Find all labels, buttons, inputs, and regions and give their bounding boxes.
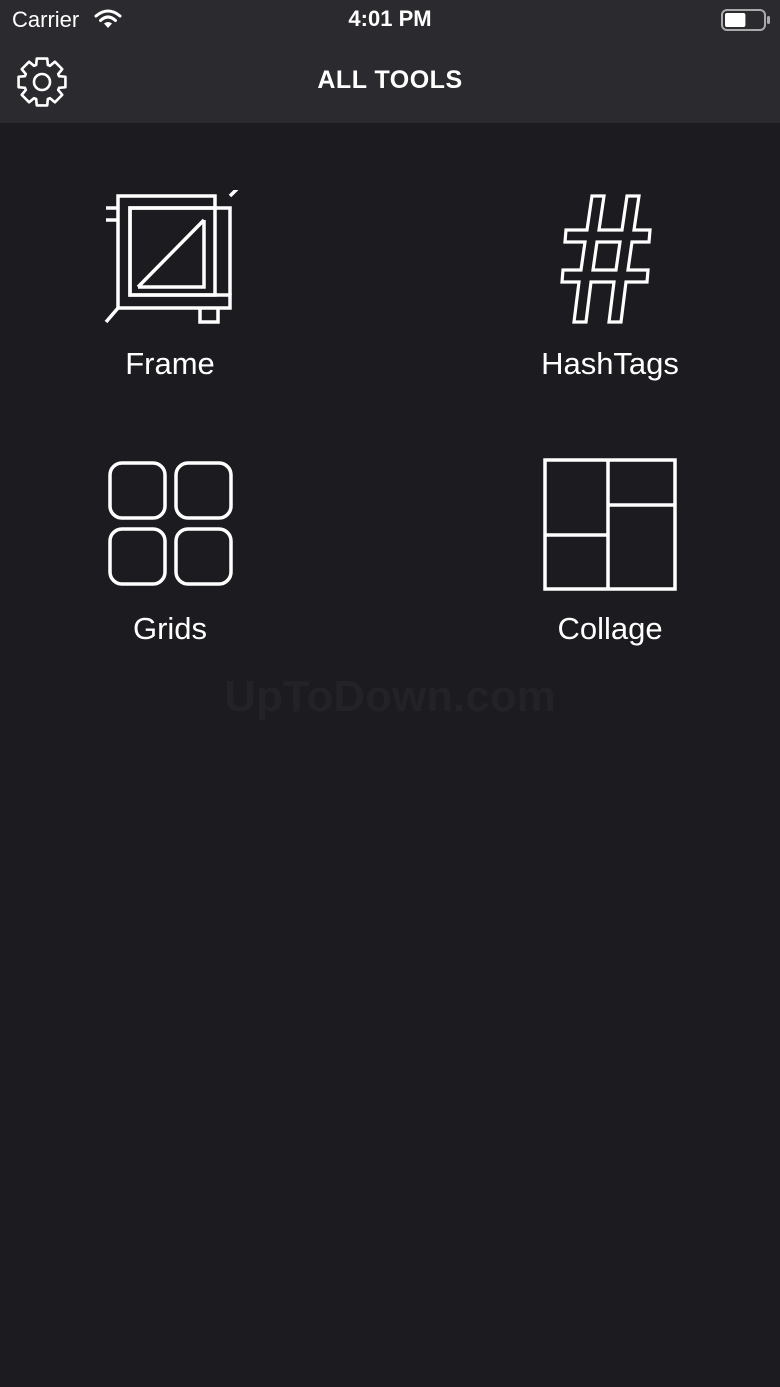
watermark: UpToDown.com [224,672,556,721]
hashtags-tool-label: HashTags [541,346,679,381]
page-title: ALL TOOLS [317,66,463,94]
status-time: 4:01 PM [348,6,432,31]
battery-icon [721,9,770,31]
collage-tool-button[interactable]: Collage [460,455,760,675]
collage-icon [543,458,677,591]
crop-frame-icon [104,190,239,324]
collage-tool-label: Collage [557,611,663,646]
all-tools-screen: Carrier 4:01 PM ALL TOOLS Frame HashTags… [0,0,780,1387]
navigation-bar: ALL TOOLS [0,40,780,123]
grids-tool-button[interactable]: Grids [20,455,320,675]
header: Carrier 4:01 PM ALL TOOLS [0,0,780,123]
grid-icon [108,461,233,586]
hashtag-icon [560,194,652,324]
frame-tool-label: Frame [125,346,215,381]
hashtags-tool-button[interactable]: HashTags [460,190,760,410]
grids-tool-label: Grids [132,611,208,646]
frame-tool-button[interactable]: Frame [20,190,320,410]
status-bar: Carrier 4:01 PM [0,0,780,40]
